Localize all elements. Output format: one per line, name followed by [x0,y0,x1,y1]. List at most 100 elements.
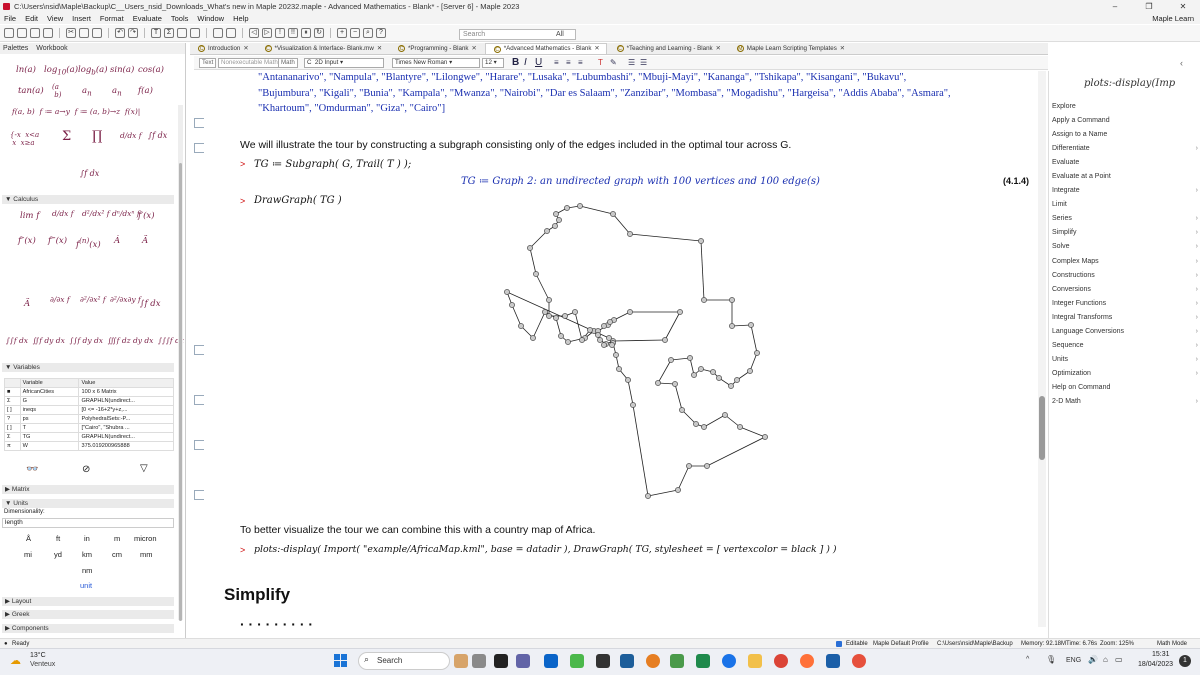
taskbar-app-icon[interactable] [722,654,736,668]
context-item-label: Units [1052,356,1068,363]
graph-edge [706,436,766,467]
context-item-integral-transforms[interactable]: Integral Transforms › [1052,311,1198,325]
taskbar-app-icon[interactable] [570,654,584,668]
graph-vertex [579,337,585,343]
context-item-differentiate[interactable]: Differentiate › [1052,142,1198,156]
context-item-integrate[interactable]: Integrate › [1052,184,1198,198]
context-item-label: Help on Command [1052,384,1111,391]
context-collapse-icon[interactable]: ‹ [1180,58,1183,68]
submenu-arrow-icon: › [1195,356,1198,363]
context-item-label: Language Conversions [1052,328,1124,335]
submenu-arrow-icon: › [1195,272,1198,279]
graph-vertex [748,322,754,328]
context-item-series[interactable]: Series › [1052,212,1198,226]
context-item-solve[interactable]: Solve › [1052,240,1198,254]
taskbar-search-label: Search [377,656,403,665]
graph-vertex [625,377,631,383]
graph-vertex [737,424,743,430]
taskbar-app-icon[interactable] [596,654,610,668]
language-indicator[interactable]: ENG [1066,657,1081,664]
context-item-limit[interactable]: Limit [1052,198,1198,212]
battery-icon[interactable]: ▭ [1115,655,1123,664]
chrome-icon[interactable] [774,654,788,668]
taskbar-app-icon[interactable] [472,654,486,668]
context-item-simplify[interactable]: Simplify › [1052,226,1198,240]
graph-vertex [701,297,707,303]
weather-temp[interactable]: 13°C [30,652,46,659]
graph-vertex [546,297,552,303]
context-item-apply-a-command[interactable]: Apply a Command [1052,114,1198,128]
submenu-arrow-icon: › [1195,145,1198,152]
graph-edge [632,404,649,497]
tray-chevron-icon[interactable]: ^ [1026,656,1029,663]
context-item-conversions[interactable]: Conversions › [1052,283,1198,297]
taskbar-app-icon[interactable] [454,654,468,668]
context-item-units[interactable]: Units › [1052,353,1198,367]
context-item-assign-to-a-name[interactable]: Assign to a Name [1052,128,1198,142]
graph-vertex [527,245,533,251]
context-item-label: Series [1052,215,1072,222]
taskbar-app-icon[interactable] [852,654,866,668]
editable-checkbox[interactable] [836,641,842,647]
tour-graph-plot[interactable] [0,0,1200,675]
graph-edge [574,311,583,341]
graph-vertex [687,355,693,361]
worksheet-scroll-thumb[interactable] [1039,396,1045,460]
network-icon[interactable]: ⌂ [1103,655,1108,664]
graph-vertex [553,211,559,217]
taskbar-search[interactable]: Search [358,652,450,670]
worksheet-scrollbar[interactable] [1038,71,1046,627]
clock-date[interactable]: 18/04/2023 [1138,661,1173,668]
taskbar-app-icon[interactable] [516,654,530,668]
submenu-arrow-icon: › [1195,328,1198,335]
graph-vertex [747,368,753,374]
context-item-explore[interactable]: Explore [1052,100,1198,114]
taskbar-app-icon[interactable] [620,654,634,668]
context-item-complex-maps[interactable]: Complex Maps › [1052,255,1198,269]
taskbar-app-icon[interactable] [494,654,508,668]
context-item-label: Limit [1052,201,1067,208]
taskbar-app-icon[interactable] [670,654,684,668]
context-item-integer-functions[interactable]: Integer Functions › [1052,297,1198,311]
taskbar-app-icon[interactable] [696,654,710,668]
graph-edge [629,233,702,242]
start-icon[interactable] [334,654,347,667]
graph-vertex [662,337,668,343]
weather-desc[interactable]: Venteux [30,661,55,668]
graph-edge [612,339,666,342]
graph-edge [612,213,631,235]
graph-vertex [572,309,578,315]
context-item-language-conversions[interactable]: Language Conversions › [1052,325,1198,339]
context-item-sequence[interactable]: Sequence › [1052,339,1198,353]
context-item-evaluate[interactable]: Evaluate [1052,156,1198,170]
graph-vertex [587,327,593,333]
context-item-label: Conversions [1052,286,1091,293]
context-item-help-on-command[interactable]: Help on Command [1052,381,1198,395]
graph-vertex [577,203,583,209]
context-item-label: Evaluate [1052,159,1080,166]
graph-vertex [518,323,524,329]
graph-vertex [698,366,704,372]
microphone-icon[interactable]: 🎙 [1046,655,1056,664]
weather-icon[interactable]: ☁ [10,654,21,667]
graph-edge [677,465,690,491]
clock-time[interactable]: 15:31 [1152,651,1170,658]
taskbar-app-icon[interactable] [544,654,558,668]
notification-icon[interactable]: 1 [1179,655,1191,667]
search-icon: ⌕ [364,654,370,664]
context-item-label: Simplify [1052,229,1077,236]
context-item-label: Solve [1052,243,1070,250]
submenu-arrow-icon: › [1195,398,1198,405]
volume-icon[interactable]: 🔊 [1088,655,1098,664]
context-item-2-d-math[interactable]: 2-D Math › [1052,395,1198,409]
taskbar-app-icon[interactable] [646,654,660,668]
maple-taskbar-icon[interactable] [826,654,840,668]
context-item-optimization[interactable]: Optimization › [1052,367,1198,381]
graph-vertex [606,335,612,341]
taskbar-app-icon[interactable] [748,654,762,668]
context-item-evaluate-at-a-point[interactable]: Evaluate at a Point [1052,170,1198,184]
context-item-constructions[interactable]: Constructions › [1052,269,1198,283]
submenu-arrow-icon: › [1195,300,1198,307]
graph-edge [532,311,546,339]
firefox-icon[interactable] [800,654,814,668]
